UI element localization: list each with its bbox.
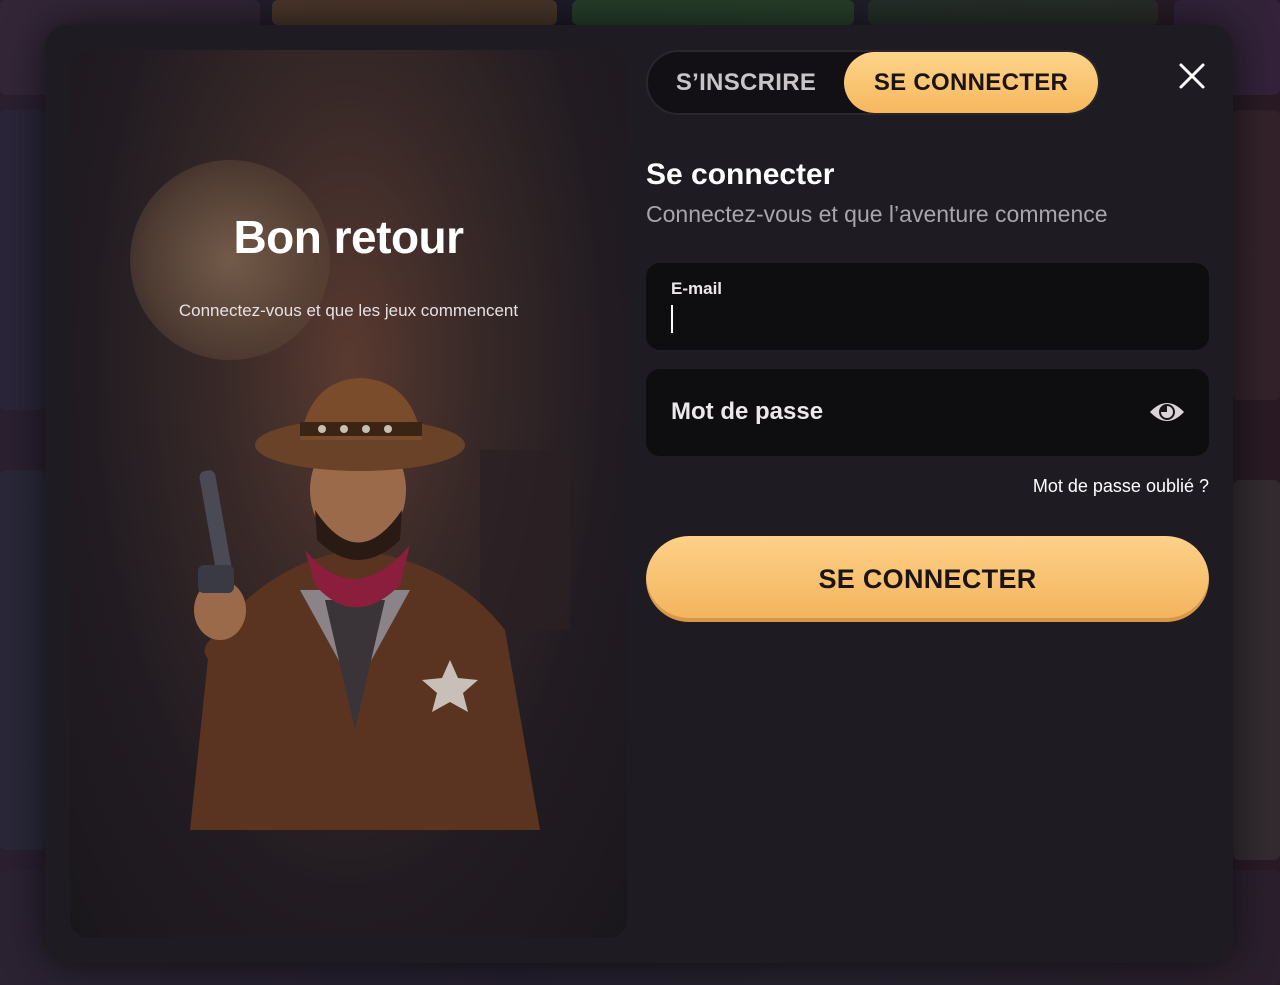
login-submit-button[interactable]: SE CONNECTER [646,536,1209,622]
email-label: E-mail [671,279,723,298]
form-subtitle: Connectez-vous et que l’aventure commenc… [646,201,1108,227]
tab-login[interactable]: SE CONNECTER [844,52,1098,113]
login-modal: Bon retour Connectez-vous et que les jeu… [45,25,1233,963]
eye-icon[interactable] [1148,396,1186,428]
game-tile [272,0,557,25]
text-caret [671,305,673,333]
email-field[interactable]: E-mail [646,263,1209,350]
game-tile [1233,110,1280,400]
game-tile [1233,480,1280,860]
password-field[interactable]: Mot de passe [646,369,1209,456]
form-title: Se connecter [646,158,835,191]
tab-register[interactable]: S’INSCRIRE [648,52,844,113]
game-tile [0,470,45,850]
game-tile [572,0,854,25]
hero-subtitle: Connectez-vous et que les jeux commencen… [178,301,519,320]
close-icon[interactable] [1176,60,1208,92]
game-tile [0,110,45,410]
hero-panel: Bon retour Connectez-vous et que les jeu… [70,50,627,938]
hero-title: Bon retour [233,211,464,263]
forgot-password-link[interactable]: Mot de passe oublié ? [985,476,1209,497]
email-input[interactable] [678,301,1178,335]
password-label: Mot de passe [671,398,824,425]
cowboy-illustration [190,378,570,830]
game-tile [868,0,1158,25]
auth-tabs: S’INSCRIRE SE CONNECTER [646,50,1100,115]
